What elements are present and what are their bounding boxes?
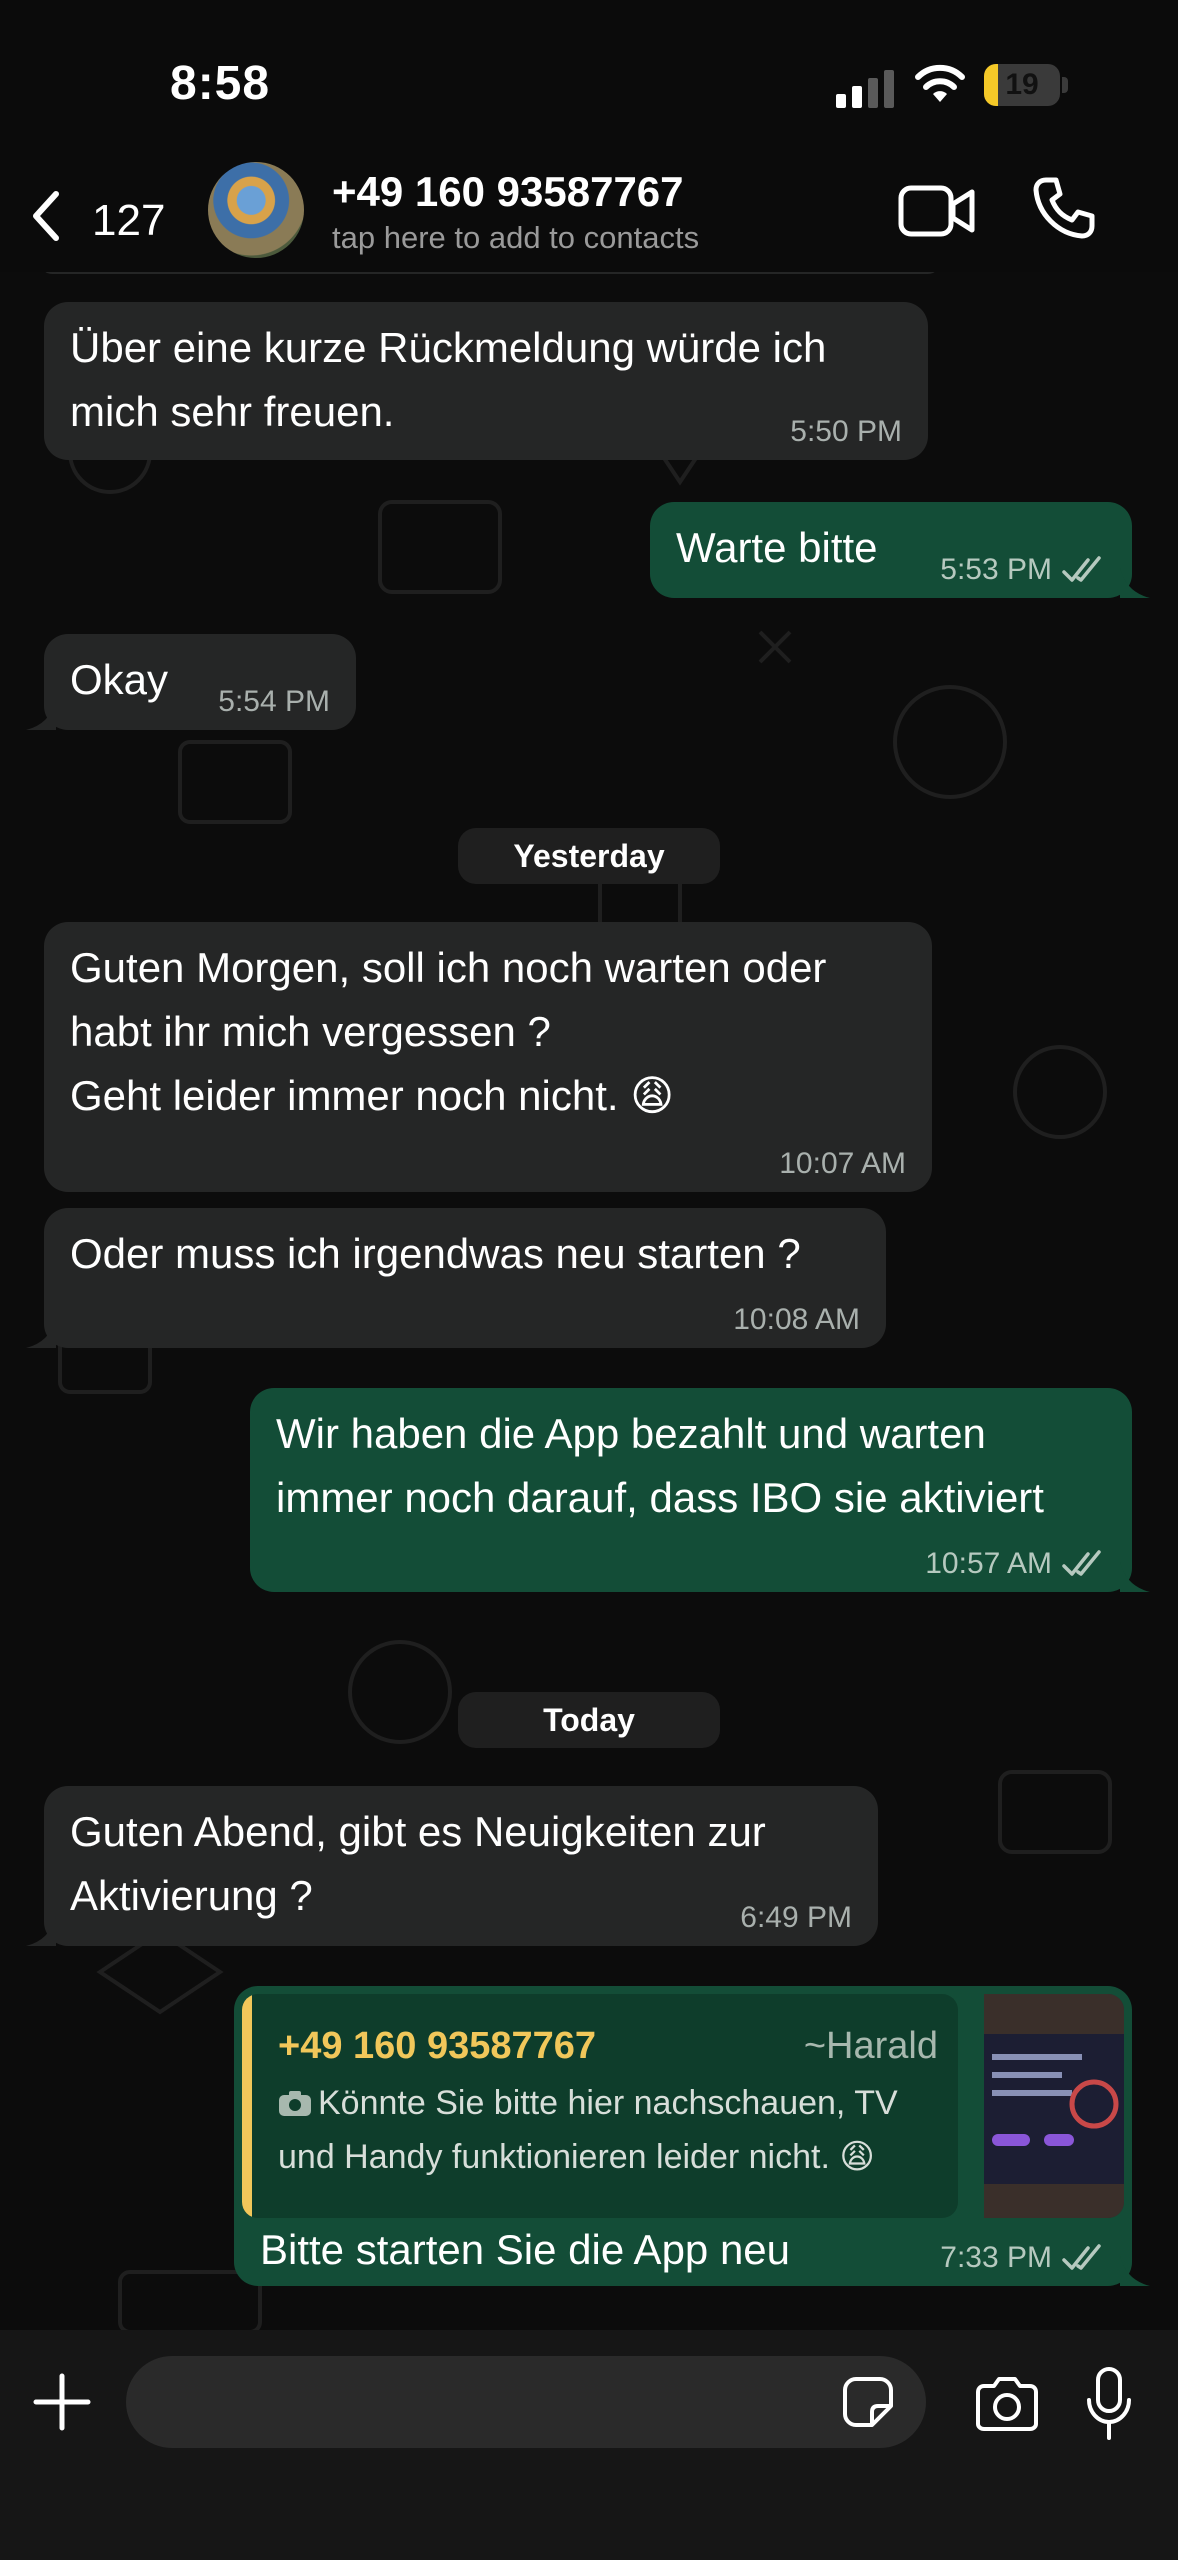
message-time: 10:57 AM <box>925 1547 1052 1580</box>
tv-screenshot-thumbnail <box>984 1994 1124 2218</box>
message-text: Guten Morgen, soll ich noch warten oder … <box>70 944 827 1119</box>
message-time: 7:33 PM <box>940 2241 1052 2274</box>
message-bubble-outgoing[interactable]: Wir haben die App bezahlt und warten imm… <box>250 1388 1150 1592</box>
attach-button[interactable] <box>32 2372 92 2432</box>
message-bubble-incoming[interactable]: Okay 5:54 PM <box>26 634 356 730</box>
message-text: Warte bitte <box>676 524 878 571</box>
status-bar: 8:58 19 <box>0 0 1178 160</box>
message-bubble-incoming[interactable]: Über eine kurze Rückmeldung würde ich mi… <box>44 302 928 460</box>
reply-quote[interactable]: +49 160 93587767 ~Harald Könnte Sie bitt… <box>242 1994 958 2218</box>
contact-name[interactable]: +49 160 93587767 <box>332 168 684 216</box>
message-text: Wir haben die App bezahlt und warten imm… <box>276 1410 1044 1521</box>
message-bubble-incoming[interactable]: Guten Abend, gibt es Neuigkeiten zur Akt… <box>26 1786 878 1946</box>
cellular-signal-icon <box>836 70 894 108</box>
unread-count: 127 <box>92 196 166 245</box>
back-button[interactable]: 127 <box>28 182 188 248</box>
read-receipt-icon <box>1062 2244 1101 2270</box>
message-time: 5:50 PM <box>790 415 902 448</box>
message-text: Guten Abend, gibt es Neuigkeiten zur Akt… <box>70 1808 766 1919</box>
reply-quote-thumbnail[interactable] <box>984 1994 1124 2218</box>
battery-icon: 19 <box>984 64 1068 106</box>
message-list[interactable]: Über eine kurze Rückmeldung würde ich mi… <box>0 272 1178 2330</box>
message-time: 5:54 PM <box>218 685 330 718</box>
sticker-button[interactable] <box>842 2376 894 2428</box>
reply-quote-alias: ~Harald <box>803 2025 938 2067</box>
chat-header: 127 +49 160 93587767 tap here to add to … <box>0 160 1178 272</box>
status-time: 8:58 <box>170 57 271 110</box>
date-separator: Yesterday <box>458 828 720 884</box>
reply-quote-accent <box>242 1994 252 2218</box>
contact-avatar[interactable] <box>208 162 304 258</box>
message-text: Über eine kurze Rückmeldung würde ich mi… <box>70 324 827 435</box>
message-text: Oder muss ich irgendwas neu starten ? <box>70 1230 801 1277</box>
message-input[interactable] <box>126 2356 926 2448</box>
video-call-button[interactable] <box>898 182 976 240</box>
message-time: 10:07 AM <box>779 1147 906 1180</box>
message-bubble-incoming[interactable]: Oder muss ich irgendwas neu starten ? 10… <box>26 1208 886 1348</box>
read-receipt-icon <box>1062 1550 1101 1576</box>
message-bubble-partial <box>40 272 940 274</box>
message-time: 6:49 PM <box>740 1901 852 1934</box>
message-bubble-outgoing[interactable]: Warte bitte 5:53 PM <box>650 502 1150 598</box>
battery-level: 19 <box>1005 68 1039 101</box>
voice-call-button[interactable] <box>1032 176 1096 240</box>
microphone-button[interactable] <box>1084 2366 1134 2442</box>
message-input-bar <box>0 2330 1178 2560</box>
message-text: Okay <box>70 656 169 703</box>
wifi-icon <box>915 64 965 102</box>
message-bubble-incoming[interactable]: Guten Morgen, soll ich noch warten oder … <box>44 922 932 1192</box>
message-text: Bitte starten Sie die App neu <box>260 2226 791 2273</box>
reply-quote-text: Könnte Sie bitte hier nachschauen, TV un… <box>278 2084 898 2176</box>
camera-icon <box>279 2091 311 2116</box>
date-separator: Today <box>458 1692 720 1748</box>
camera-button[interactable] <box>974 2376 1040 2432</box>
read-receipt-icon <box>1062 556 1101 582</box>
message-time: 5:53 PM <box>940 553 1052 586</box>
contact-subtitle[interactable]: tap here to add to contacts <box>332 220 699 256</box>
message-time: 10:08 AM <box>733 1303 860 1336</box>
reply-quote-sender: +49 160 93587767 <box>278 2025 597 2067</box>
message-bubble-outgoing-reply[interactable]: +49 160 93587767 ~Harald Könnte Sie bitt… <box>234 1986 1150 2286</box>
chevron-left-icon <box>33 191 59 241</box>
